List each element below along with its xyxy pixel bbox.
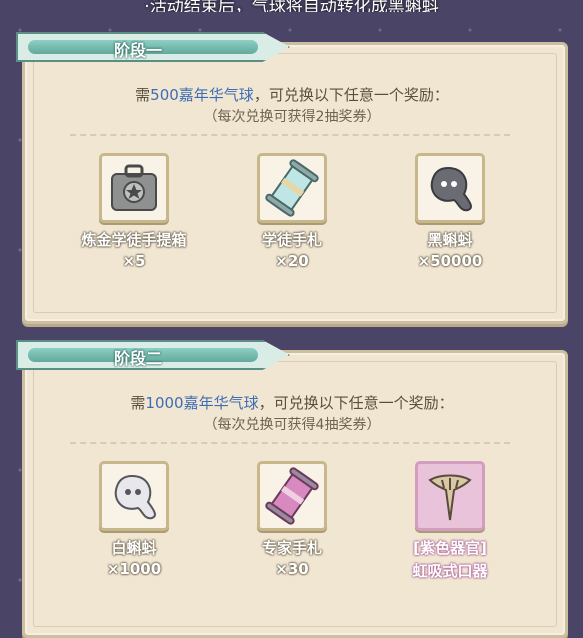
scroll-icon bbox=[257, 153, 327, 223]
reward-white-tadpole[interactable]: 白蝌蚪 ×1000 bbox=[64, 461, 204, 578]
stage-two-amount: 1000嘉年华气球 bbox=[145, 394, 259, 412]
white-tadpole-icon bbox=[99, 461, 169, 531]
reward-siphon-mouthpart[interactable]: [紫色器官] 虹吸式口器 bbox=[380, 461, 520, 581]
reward-expert-notes[interactable]: 专家手札 ×30 bbox=[222, 461, 362, 578]
top-banner-text: ·活动结束后，气球将自动转化成黑蝌蚪 bbox=[144, 0, 439, 12]
black-tadpole-icon bbox=[415, 153, 485, 223]
stage-one-title: 阶段一 bbox=[113, 41, 162, 60]
stage-one-requirement: 需500嘉年华气球，可兑换以下任意一个奖励： bbox=[135, 86, 449, 104]
expert-scroll-icon bbox=[257, 461, 327, 531]
stage-one-note: （每次兑换可获得2抽奖券） bbox=[203, 109, 381, 125]
divider bbox=[70, 442, 510, 444]
stage-two-requirement: 需1000嘉年华气球，可兑换以下任意一个奖励： bbox=[130, 394, 454, 412]
siphon-mouthpart-icon bbox=[415, 461, 485, 531]
stage-one-tab: 阶段一 bbox=[16, 32, 290, 62]
reward-suitcase[interactable]: 炼金学徒手提箱 ×5 bbox=[64, 153, 204, 270]
stage-two-tab: 阶段二 bbox=[16, 340, 290, 370]
stage-two-note: （每次兑换可获得4抽奖券） bbox=[203, 417, 381, 433]
stage-two-title: 阶段二 bbox=[113, 349, 162, 368]
stage-one-amount: 500嘉年华气球 bbox=[150, 86, 254, 104]
reward-apprentice-notes[interactable]: 学徒手札 ×20 bbox=[222, 153, 362, 270]
reward-black-tadpole[interactable]: 黑蝌蚪 ×50000 bbox=[380, 153, 520, 270]
suitcase-icon bbox=[99, 153, 169, 223]
divider bbox=[70, 134, 510, 136]
